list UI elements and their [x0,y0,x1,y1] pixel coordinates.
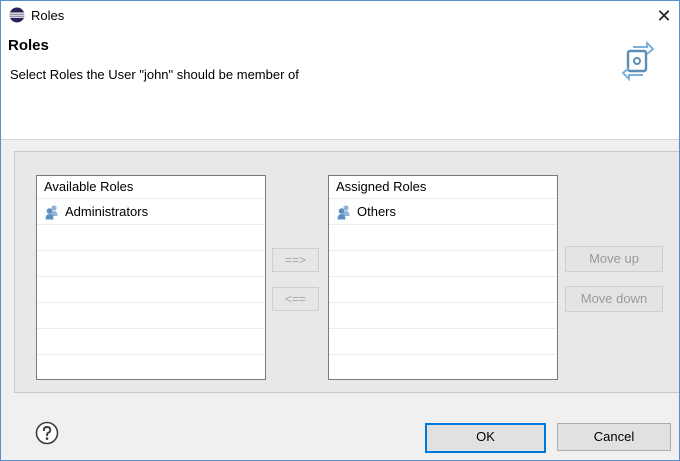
roles-dialog: Roles ✕ Roles Select Roles the User "joh… [0,0,680,461]
assigned-roles-header: Assigned Roles [329,176,557,199]
remove-role-button[interactable]: <== [272,287,319,311]
title-bar: Roles ✕ [1,1,679,31]
close-icon: ✕ [656,5,672,26]
move-up-button[interactable]: Move up [565,246,663,272]
list-item-empty [329,329,557,355]
available-roles-list[interactable]: Available Roles Administrators [36,175,266,380]
list-item[interactable]: Others [329,199,557,225]
list-item-empty [37,277,265,303]
list-item-empty [37,329,265,355]
list-item-empty [37,303,265,329]
eclipse-app-icon [9,7,25,23]
close-button[interactable]: ✕ [649,1,679,31]
header-description: Select Roles the User "john" should be m… [10,67,299,82]
window-title: Roles [31,8,65,23]
assigned-roles-list[interactable]: Assigned Roles Others [328,175,558,380]
available-roles-header: Available Roles [37,176,265,199]
ok-button[interactable]: OK [425,423,546,453]
help-icon[interactable] [35,421,59,445]
roles-panel: Available Roles Administrators ==> <== A… [14,151,679,393]
list-item-empty [329,277,557,303]
role-label: Others [357,204,397,219]
header-title: Roles [8,37,49,54]
move-down-button[interactable]: Move down [565,286,663,312]
add-role-button[interactable]: ==> [272,248,319,272]
list-item-empty [329,251,557,277]
list-item-empty [329,225,557,251]
role-group-icon [45,204,58,219]
list-item-empty [37,225,265,251]
cancel-button[interactable]: Cancel [557,423,671,451]
list-item[interactable]: Administrators [37,199,265,225]
role-group-icon [337,204,350,219]
list-item-empty [329,303,557,329]
dialog-header [1,31,679,140]
role-label: Administrators [65,204,149,219]
list-item-empty [37,251,265,277]
sync-roles-icon [621,41,655,81]
